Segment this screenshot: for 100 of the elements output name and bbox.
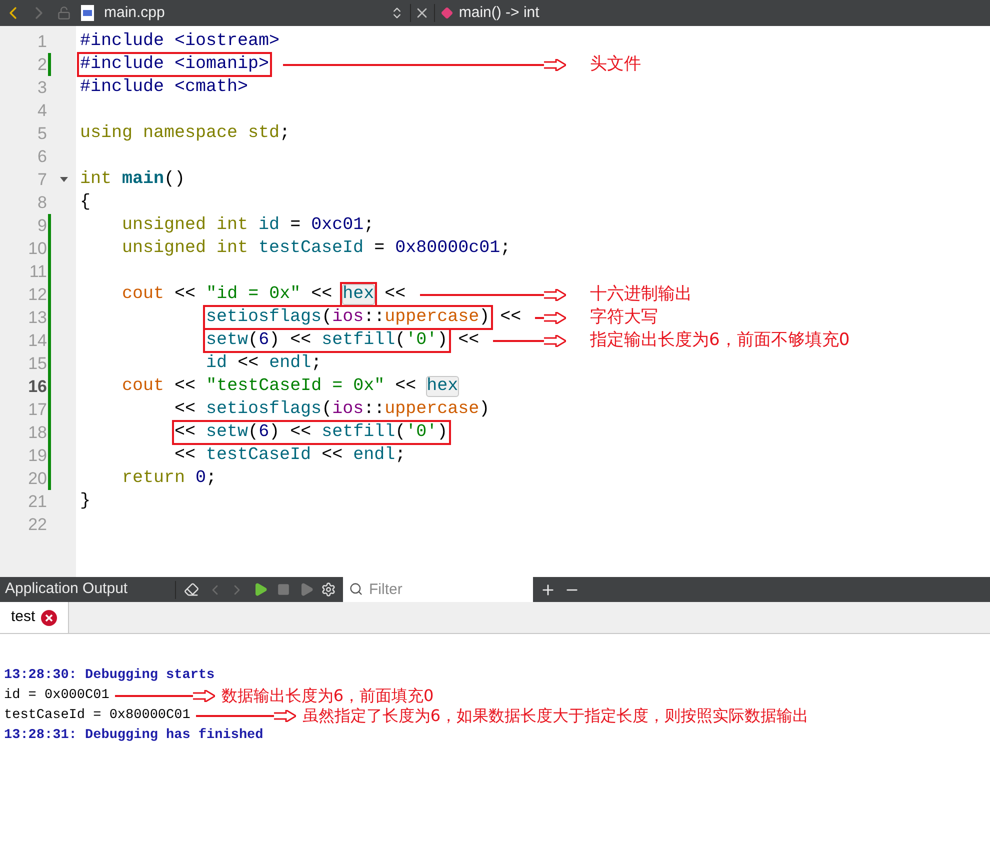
code-token: ;	[500, 238, 511, 258]
code-token: '0'	[406, 422, 438, 442]
annotation-note: 数据输出长度为6，前面填充0	[221, 686, 434, 706]
code-token: id	[258, 215, 280, 235]
annotation-note: 指定输出长度为6，前面不够填充0	[590, 328, 851, 352]
eraser-icon[interactable]	[184, 582, 199, 597]
fold-arrow-icon[interactable]	[60, 177, 68, 182]
code-token: ;	[395, 445, 406, 465]
code-token: )	[437, 330, 448, 350]
code-token: 6	[258, 330, 270, 350]
code-token: ) <<	[269, 330, 312, 350]
code-token: <<	[174, 422, 197, 442]
line-number: 17	[27, 398, 47, 421]
code-token: =	[290, 215, 302, 235]
symbol-name[interactable]: main() -> int	[458, 2, 540, 24]
code-token: id	[206, 353, 228, 373]
code-token: <<	[174, 284, 197, 304]
code-token: 6	[258, 422, 270, 442]
settings-icon[interactable]	[321, 582, 336, 597]
line-number: 2	[36, 54, 47, 76]
code-token: <<	[458, 330, 480, 350]
code-token: <<	[322, 445, 344, 465]
code-token: <<	[174, 399, 197, 419]
line-number: 11	[28, 260, 47, 283]
line-number: 20	[27, 468, 47, 490]
line-number: 22	[27, 514, 47, 536]
code-token: <<	[311, 284, 334, 304]
add-icon[interactable]	[540, 582, 556, 598]
code-token: )	[479, 399, 490, 419]
code-token: ;	[311, 353, 322, 373]
cpp-file-icon	[81, 5, 94, 21]
line-number: 9	[36, 214, 47, 237]
code-token: unsigned int	[122, 215, 250, 235]
code-token: <<	[384, 284, 406, 304]
line-number: 8	[36, 192, 47, 214]
code-token: }	[80, 491, 91, 511]
code-token: #include <iomanip>	[80, 54, 270, 74]
code-token: ::	[364, 399, 385, 419]
line-number: 15	[27, 352, 47, 375]
code-token: endl	[353, 445, 396, 465]
code-token: (	[322, 399, 332, 419]
line-number: 13	[27, 306, 47, 329]
code-token: testCaseId	[258, 238, 364, 258]
file-name: main.cpp	[104, 2, 165, 23]
line-number: 19	[27, 444, 47, 467]
code-token: ;	[364, 215, 374, 235]
code-token: int	[80, 169, 113, 189]
output-line: id = 0x000C01	[4, 686, 110, 705]
line-number: 16	[27, 376, 47, 398]
line-number: 21	[27, 490, 47, 513]
code-token: '0'	[406, 330, 438, 350]
code-token: (	[248, 330, 259, 350]
code-token: {	[80, 192, 91, 212]
code-token: ()	[164, 169, 186, 189]
code-token: )	[437, 422, 448, 442]
code-token: setw	[206, 330, 248, 350]
output-line: testCaseId = 0x80000C01	[4, 706, 190, 725]
code-token: uppercase	[384, 307, 480, 327]
code-token: 0x80000c01	[395, 238, 500, 258]
output-tab[interactable]: test	[0, 602, 70, 633]
diamond-icon	[440, 7, 453, 19]
annotation-note: 头文件	[590, 52, 642, 76]
code-token: <<	[174, 376, 197, 396]
code-token: uppercase	[384, 399, 480, 419]
close-tab-icon[interactable]	[41, 610, 58, 626]
code-token: ios	[332, 399, 364, 419]
code-token: endl	[269, 353, 312, 373]
code-token: main	[122, 169, 164, 189]
search-icon	[349, 582, 363, 596]
code-token: testCaseId	[206, 445, 312, 465]
code-token: 0xc01	[311, 215, 364, 235]
output-line: 13:28:31: Debugging has finished	[4, 726, 264, 745]
code-token: =	[374, 238, 386, 258]
line-number: 5	[36, 122, 47, 145]
annotation-note: 十六进制输出	[590, 282, 693, 306]
code-token: ios	[332, 307, 364, 327]
annotation-note: 虽然指定了长度为6，如果数据长度大于指定长度，则按照实际数据输出	[302, 706, 809, 726]
line-number: 3	[36, 76, 47, 99]
code-token: setfill	[322, 330, 396, 350]
line-number: 18	[27, 422, 47, 444]
code-token: setiosflags	[206, 399, 322, 419]
run-icon[interactable]	[253, 582, 268, 597]
annotation-note: 字符大写	[590, 306, 659, 329]
output-line: 13:28:30: Debugging starts	[4, 666, 215, 685]
arrow-drawing	[535, 312, 566, 324]
code-token: <<	[174, 445, 197, 465]
code-token: (	[248, 422, 259, 442]
code-token: hex	[426, 376, 460, 397]
code-token: <<	[500, 307, 522, 327]
code-token: "testCaseId = 0x"	[206, 376, 385, 396]
code-token: unsigned int	[122, 238, 250, 258]
code-token: cout	[122, 376, 164, 396]
code-token: ;	[280, 123, 290, 143]
code-token: setiosflags	[206, 307, 322, 327]
code-token: <<	[395, 376, 418, 396]
code-token: (	[322, 307, 332, 327]
line-number: 1	[36, 30, 47, 53]
code-token: (	[395, 330, 406, 350]
line-number: 4	[36, 100, 47, 122]
filter-field[interactable]: Filter	[343, 577, 533, 602]
